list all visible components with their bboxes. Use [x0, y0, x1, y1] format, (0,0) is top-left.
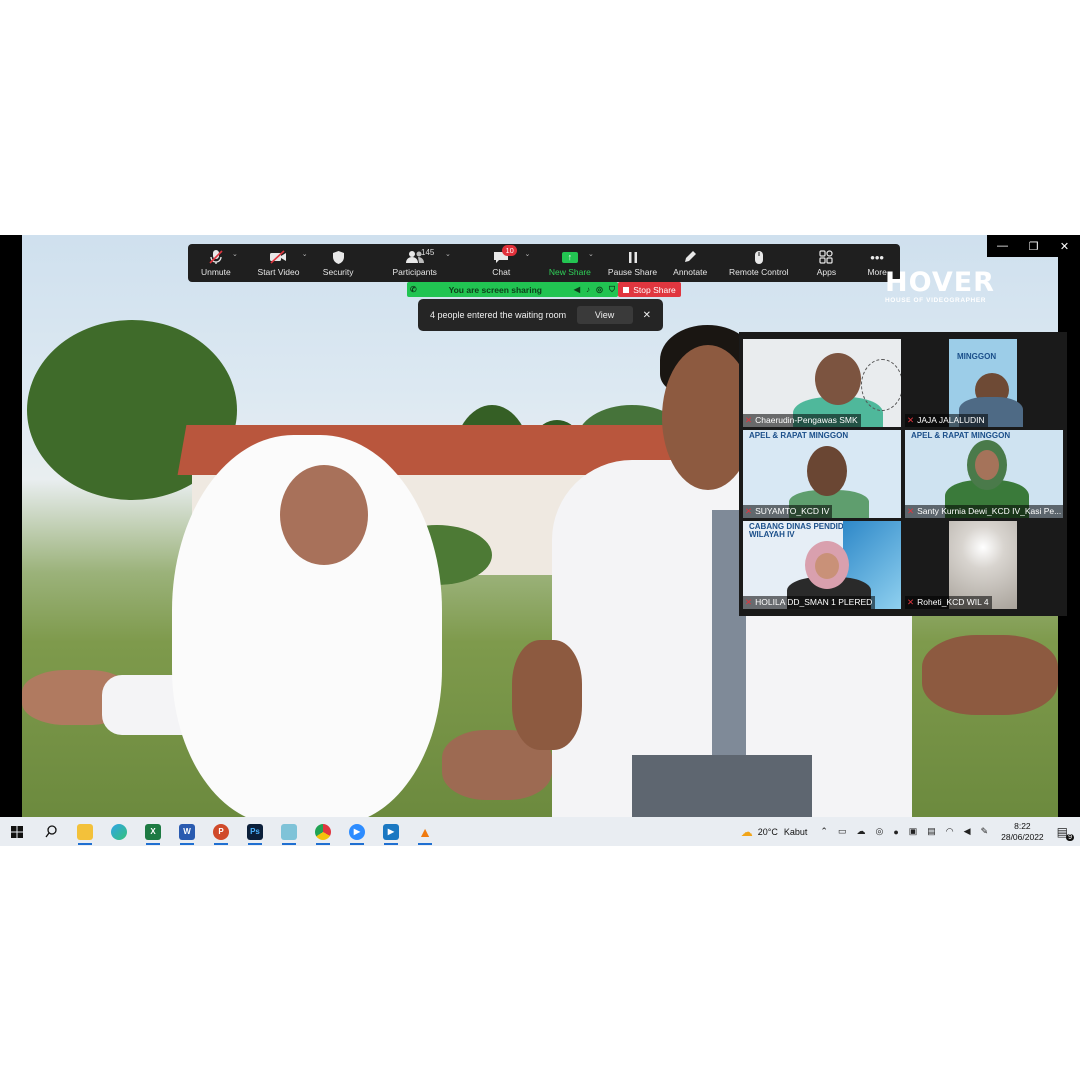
system-tray: ☁ 20°C Kabut ⌃ ▭ ☁ ◎ ● ▣ ▤ ◠ ◀ ✎ 8:22 28… [740, 820, 1074, 843]
vlc-icon[interactable]: ▲ [408, 817, 442, 846]
shield-icon [332, 249, 345, 265]
notepad-icon[interactable] [272, 817, 306, 846]
microphone-muted-icon [208, 249, 224, 265]
zoom-icon[interactable]: ▶ [340, 817, 374, 846]
close-icon[interactable]: ✕ [643, 310, 651, 321]
chevron-down-icon[interactable]: ⌄ [588, 250, 594, 258]
lock-icon[interactable]: ▤ [927, 826, 936, 837]
pause-share-button[interactable]: Pause Share [604, 244, 662, 282]
hover-logo: HOVER HOUSE OF VIDEOGRAPHER [885, 267, 995, 305]
chrome-icon[interactable] [306, 817, 340, 846]
phone-icon: ✆ [410, 285, 417, 294]
security-button[interactable]: Security [313, 244, 363, 282]
microphone-icon[interactable]: ● [893, 827, 898, 837]
participant-tile[interactable]: MINGGON ✕ JAJA JALALUDIN [905, 339, 1063, 427]
pause-icon [627, 249, 639, 265]
participant-tile[interactable]: ✕ Chaerudin-Pengawas SMK [743, 339, 901, 427]
powerpoint-icon[interactable]: P [204, 817, 238, 846]
microphone-icon[interactable]: ♪ [586, 285, 590, 294]
participant-tile[interactable]: APEL & RAPAT MINGGON ✕ Santy Kurnia Dewi_… [905, 430, 1063, 518]
headset-icon[interactable]: ◎ [875, 826, 883, 837]
close-window-icon[interactable]: ✕ [1049, 235, 1080, 257]
mouse-icon [754, 249, 764, 265]
participant-name: ✕ Roheti_KCD WIL 4 [905, 596, 992, 609]
wifi-icon[interactable]: ◠ [946, 826, 954, 837]
chevron-down-icon[interactable]: ⌄ [524, 250, 530, 258]
screen-sharing-bar[interactable]: ✆ You are screen sharing ◀ ♪ ◎ ⛉ [407, 282, 618, 297]
annotate-button[interactable]: Annotate [661, 244, 719, 282]
view-button[interactable]: View [576, 306, 633, 324]
share-arrow-icon: ↑ [561, 251, 578, 263]
word-icon[interactable]: W [170, 817, 204, 846]
unmute-button[interactable]: ⌄ Unmute [188, 244, 244, 282]
status-icon: ◎ [596, 285, 603, 294]
more-dots-icon: ••• [870, 249, 884, 265]
pen-icon[interactable]: ✎ [981, 826, 989, 837]
capture-icon[interactable]: ▣ [909, 826, 918, 837]
start-icon[interactable] [0, 817, 34, 846]
waiting-room-notification: 4 people entered the waiting room View ✕ [418, 299, 663, 331]
microphone-muted-icon: ✕ [745, 415, 753, 425]
pen-icon [683, 249, 697, 265]
chevron-down-icon[interactable]: ⌄ [302, 250, 308, 258]
participant-gallery: ✕ Chaerudin-Pengawas SMK MINGGON ✕ JAJA JA… [739, 332, 1067, 616]
camera-off-icon [269, 249, 287, 265]
stop-share-button[interactable]: Stop Share [618, 282, 681, 297]
microphone-muted-icon: ✕ [745, 506, 753, 516]
clock[interactable]: 8:22 28/06/2022 [1001, 821, 1044, 843]
restore-icon[interactable]: ❐ [1018, 235, 1049, 257]
photoshop-icon[interactable]: Ps [238, 817, 272, 846]
microphone-muted-icon: ✕ [907, 597, 915, 607]
weather-icon: ☁ [740, 824, 753, 839]
battery-icon: ▭ [837, 826, 847, 836]
participants-button[interactable]: 145 ⌄ Participants [363, 244, 466, 282]
participant-tile[interactable]: CABANG DINAS PENDIDIKAN WILAYAH IV ✕ HOLI… [743, 521, 901, 609]
microphone-muted-icon: ✕ [745, 597, 753, 607]
edge-icon[interactable] [102, 817, 136, 846]
taskbar: X W P Ps ▶ ▶ ▲ ☁ 20°C Kabut ⌃ ▭ ☁ ◎ ● ▣ … [0, 817, 1080, 846]
zoom-toolbar: ⌄ Unmute ⌄ Start Video Security 145 ⌄ Pa… [188, 244, 900, 282]
chat-button[interactable]: 10 ⌄ Chat [466, 244, 536, 282]
window-controls: — ❐ ✕ [987, 235, 1080, 257]
remote-control-button[interactable]: Remote Control [719, 244, 799, 282]
file-explorer-icon[interactable] [68, 817, 102, 846]
chevron-down-icon[interactable]: ⌄ [445, 250, 451, 258]
chat-badge: 10 [502, 245, 517, 256]
start-video-button[interactable]: ⌄ Start Video [244, 244, 314, 282]
microphone-muted-icon: ✕ [907, 506, 915, 516]
participant-name: ✕ JAJA JALALUDIN [905, 414, 988, 427]
participant-name: ✕ HOLILA DD_SMAN 1 PLERED [743, 596, 876, 609]
chevron-down-icon[interactable]: ⌄ [232, 250, 238, 258]
speaker-icon[interactable]: ◀ [574, 285, 580, 294]
new-share-button[interactable]: ↑ ⌄ New Share [536, 244, 604, 282]
apps-icon [819, 249, 834, 265]
stop-icon [623, 286, 630, 293]
participant-name: ✕ SUYAMTO_KCD IV [743, 505, 833, 518]
search-icon[interactable] [34, 817, 68, 846]
media-player-icon[interactable]: ▶ [374, 817, 408, 846]
screen: — ❐ ✕ ⌄ Unmute ⌄ Start Video Security 14… [0, 235, 1080, 846]
shield-check-icon: ⛉ [609, 284, 615, 294]
participant-tile[interactable]: APEL & RAPAT MINGGON ✕ SUYAMTO_KCD IV [743, 430, 901, 518]
participant-tile[interactable]: ✕ Roheti_KCD WIL 4 [905, 521, 1063, 609]
volume-icon[interactable]: ◀ [964, 826, 971, 837]
notification-icon[interactable]: ▤ 9 [1057, 825, 1074, 841]
cloud-icon[interactable]: ☁ [856, 826, 865, 837]
chevron-up-icon[interactable]: ⌃ [820, 826, 828, 837]
minimize-icon[interactable]: — [987, 235, 1018, 257]
excel-icon[interactable]: X [136, 817, 170, 846]
participant-name: ✕ Chaerudin-Pengawas SMK [743, 414, 861, 427]
microphone-muted-icon: ✕ [907, 415, 915, 425]
apps-button[interactable]: Apps [799, 244, 855, 282]
participant-name: ✕ Santy Kurnia Dewi_KCD IV_Kasi Pe... [905, 505, 1063, 518]
